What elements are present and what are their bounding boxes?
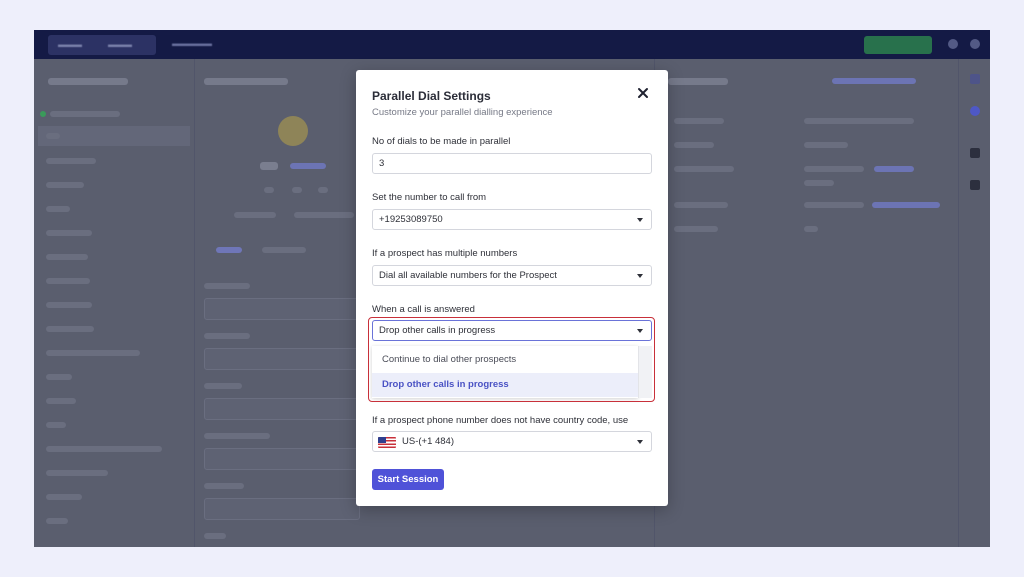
caret-down-icon (637, 329, 643, 333)
bg-divider (958, 59, 959, 547)
bg-side-icon (970, 106, 980, 116)
close-icon[interactable] (636, 86, 650, 100)
call-from-value: +19253089750 (379, 214, 443, 225)
call-from-label: Set the number to call from (372, 192, 487, 203)
topbar-tab: ▬▬▬▬▬ (172, 39, 212, 48)
caret-down-icon (637, 274, 643, 278)
topbar-settings-icon (948, 39, 958, 49)
dropdown-scrollbar[interactable] (638, 346, 652, 398)
multiple-numbers-value: Dial all available numbers for the Prosp… (379, 270, 557, 281)
start-session-button[interactable]: Start Session (372, 469, 444, 490)
call-answered-value: Drop other calls in progress (379, 325, 496, 336)
country-code-value: US-(+1 484) (402, 436, 455, 447)
dials-count-input[interactable] (372, 153, 652, 174)
country-code-select[interactable]: US-(+1 484) (372, 431, 652, 452)
bg-side-icon (970, 148, 980, 158)
parallel-dial-settings-modal: Parallel Dial Settings Customize your pa… (356, 70, 668, 506)
bg-side-icon (970, 180, 980, 190)
call-answered-select[interactable]: Drop other calls in progress (372, 320, 652, 341)
call-answered-dropdown: Continue to dial other prospects Drop ot… (372, 346, 638, 398)
multiple-numbers-label: If a prospect has multiple numbers (372, 248, 518, 259)
dials-label: No of dials to be made in parallel (372, 136, 511, 147)
multiple-numbers-select[interactable]: Dial all available numbers for the Prosp… (372, 265, 652, 286)
call-from-select[interactable]: +19253089750 (372, 209, 652, 230)
topbar-close-icon (970, 39, 980, 49)
call-answered-label: When a call is answered (372, 304, 475, 315)
country-code-label: If a prospect phone number does not have… (372, 415, 629, 426)
option-continue-dialing[interactable]: Continue to dial other prospects (372, 348, 638, 372)
modal-title: Parallel Dial Settings (372, 89, 491, 103)
modal-subtitle: Customize your parallel dialling experie… (372, 107, 553, 118)
bg-side-icon (970, 74, 980, 84)
caret-down-icon (637, 440, 643, 444)
app-topbar: ▬▬▬ ▬▬▬ ▬▬▬▬▬ (34, 30, 990, 59)
topbar-mode-toggle: ▬▬▬ ▬▬▬ (48, 35, 156, 55)
caret-down-icon (637, 218, 643, 222)
option-drop-other-calls[interactable]: Drop other calls in progress (372, 373, 638, 397)
bg-divider (194, 59, 195, 547)
topbar-action-button (864, 36, 932, 54)
us-flag-icon (378, 437, 396, 448)
